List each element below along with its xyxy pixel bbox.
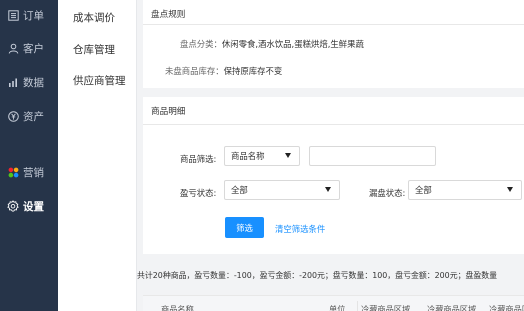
divider [143, 124, 524, 125]
app-root: 订单 客户 数据 资产 营销 设置 成本调价 仓库管理 供应商管理 盘点规则 盘… [0, 0, 524, 311]
column-header-name: 商品名称 [161, 304, 194, 311]
column-header-cold-zone: 冷藏商品区域 [361, 304, 411, 311]
column-header-cold-zone: 冷藏商品区 [489, 304, 524, 311]
divider [143, 24, 524, 25]
profit-status-select[interactable]: 全部 [224, 180, 340, 200]
missing-status-value: 全部 [415, 185, 432, 195]
chevron-down-icon [285, 153, 291, 158]
nav-item-label: 设置 [23, 200, 44, 213]
column-header-cold-zone: 冷藏商品区域 [427, 304, 477, 311]
nav-item-label: 订单 [23, 9, 44, 22]
summary-text: 共计20种商品，盈亏数量：-100，盈亏金额：-200元；盘亏数量：100，盘亏… [137, 271, 498, 280]
missing-status-select[interactable]: 全部 [408, 180, 522, 200]
subnav-item-warehouse[interactable]: 仓库管理 [73, 42, 115, 57]
details-title: 商品明细 [151, 107, 186, 117]
uncounted-value: 保持原库存不变 [223, 66, 283, 76]
column-divider [357, 301, 358, 311]
rules-card: 盘点规则 盘点分类：休闲零食,酒水饮品,蛋糕烘焙,生鲜果蔬 未盘商品库存：保持原… [143, 0, 524, 88]
filter-field-value: 商品名称 [231, 151, 265, 161]
primary-nav: 订单 客户 数据 资产 营销 设置 [0, 0, 58, 311]
profit-status-label: 盈亏状态: [180, 188, 217, 198]
nav-item-settings[interactable]: 设置 [0, 196, 58, 216]
missing-status-label: 漏盘状态: [369, 188, 406, 198]
clear-filter-link[interactable]: 清空筛选条件 [275, 223, 325, 235]
rules-title: 盘点规则 [151, 10, 186, 20]
grid-icon [7, 166, 19, 178]
nav-item-label: 资产 [23, 110, 44, 123]
nav-item-label: 营销 [23, 166, 44, 179]
nav-item-customers[interactable]: 客户 [0, 38, 58, 58]
nav-item-label: 数据 [23, 76, 44, 89]
list-icon [7, 9, 19, 21]
subnav-item-supplier[interactable]: 供应商管理 [73, 73, 126, 88]
subnav-item-cost-adjust[interactable]: 成本调价 [73, 10, 115, 25]
user-icon [7, 42, 19, 54]
nav-item-data[interactable]: 数据 [0, 72, 58, 92]
bar-chart-icon [7, 76, 19, 88]
filter-field-select[interactable]: 商品名称 [224, 146, 300, 166]
uncounted-label: 未盘商品库存： [165, 66, 224, 76]
profit-status-value: 全部 [231, 185, 248, 195]
main-content: 盘点规则 盘点分类：休闲零食,酒水饮品,蛋糕烘焙,生鲜果蔬 未盘商品库存：保持原… [137, 0, 524, 311]
nav-item-label: 客户 [23, 42, 44, 55]
filter-button[interactable]: 筛选 [225, 217, 264, 238]
nav-item-assets[interactable]: 资产 [0, 106, 58, 126]
category-value: 休闲零食,酒水饮品,蛋糕烘焙,生鲜果蔬 [221, 39, 364, 49]
column-header-unit: 单位 [329, 304, 346, 311]
category-label: 盘点分类： [180, 39, 222, 49]
filter-label: 商品筛选: [180, 154, 217, 164]
details-card: 商品明细 商品筛选: 商品名称 盈亏状态: 全部 漏盘状态: 全部 筛选 清空筛… [143, 97, 524, 254]
chevron-down-icon [507, 187, 513, 192]
nav-item-orders[interactable]: 订单 [0, 5, 58, 25]
category-row: 盘点分类：休闲零食,酒水饮品,蛋糕烘焙,生鲜果蔬 [180, 38, 364, 50]
table-header: 商品名称 单位 冷藏商品区域 冷藏商品区域 冷藏商品区 [143, 295, 524, 311]
secondary-nav: 成本调价 仓库管理 供应商管理 [58, 0, 137, 311]
yen-icon [7, 110, 19, 122]
chevron-down-icon [325, 187, 331, 192]
uncounted-row: 未盘商品库存：保持原库存不变 [165, 65, 282, 77]
filter-input[interactable] [309, 146, 436, 166]
nav-item-marketing[interactable]: 营销 [0, 162, 58, 182]
gear-icon [7, 200, 19, 212]
